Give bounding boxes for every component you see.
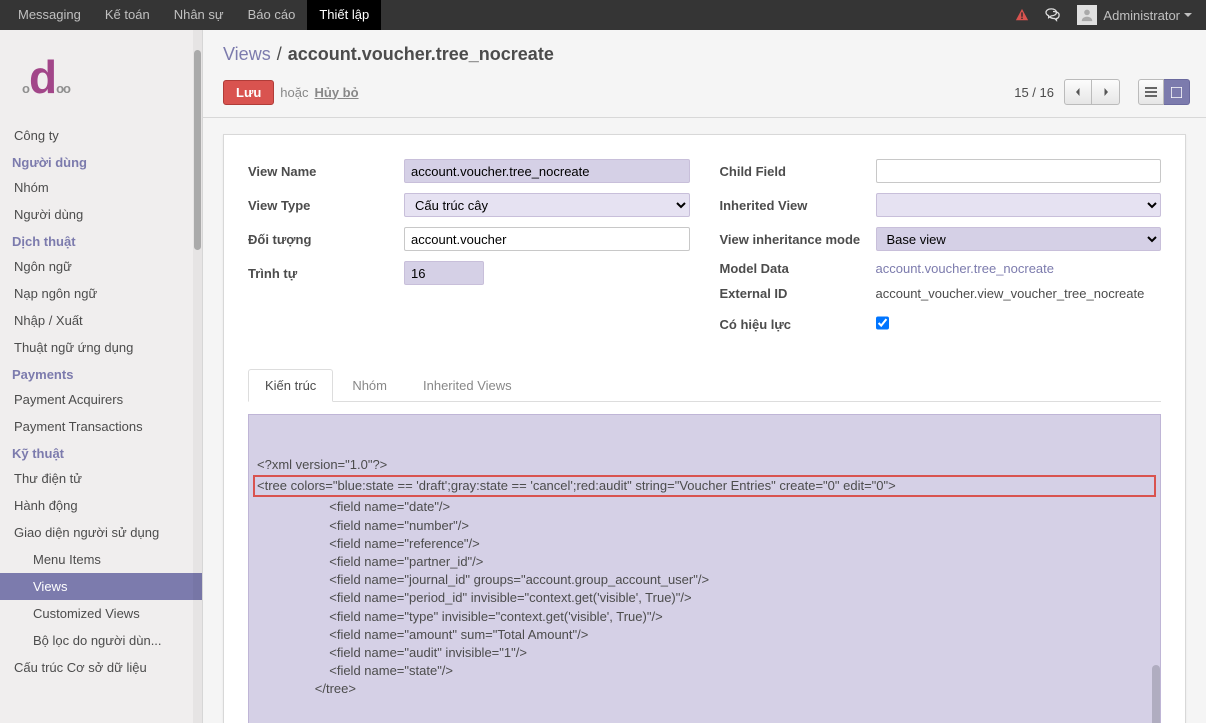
save-button[interactable]: Lưu <box>223 80 274 105</box>
label-view-mode: View inheritance mode <box>720 232 876 247</box>
select-view-mode[interactable]: Base view <box>876 227 1162 251</box>
pager-next-button[interactable] <box>1092 79 1120 105</box>
nav-ng-n-ng-[interactable]: Ngôn ngữ <box>0 253 202 280</box>
logo[interactable]: odoo <box>0 30 202 122</box>
topmenu-nhân sự[interactable]: Nhân sự <box>162 0 236 30</box>
label-view-name: View Name <box>248 164 404 179</box>
tab-content-architecture: <?xml version="1.0"?><tree colors="blue:… <box>248 402 1161 723</box>
nav-payment-transactions[interactable]: Payment Transactions <box>0 413 202 440</box>
static-external-id: account_voucher.view_voucher_tree_nocrea… <box>876 286 1145 301</box>
select-inherited-view[interactable] <box>876 193 1162 217</box>
form-sheet: View Name View TypeCấu trúc câyĐối tượng T… <box>223 134 1186 723</box>
topmenu-báo cáo[interactable]: Báo cáo <box>236 0 308 30</box>
nav-c-u-tr-c-c-s-d-li-u[interactable]: Cấu trúc Cơ sở dữ liệu <box>0 654 202 681</box>
tab-inherited-views[interactable]: Inherited Views <box>406 369 529 402</box>
tabs: Kiến trúcNhómInherited Views <box>248 368 1161 402</box>
topmenu-kế toán[interactable]: Kế toán <box>93 0 162 30</box>
input-sequence[interactable] <box>404 261 484 285</box>
checkbox-active[interactable] <box>876 311 889 335</box>
cancel-link[interactable]: Hủy bỏ <box>315 85 359 100</box>
nav-giao-di-n-ng-i-s-d-ng[interactable]: Giao diện người sử dụng <box>0 519 202 546</box>
input-view-name[interactable] <box>404 159 690 183</box>
nav-ng-i-d-ng[interactable]: Người dùng <box>0 149 202 174</box>
breadcrumb-current: account.voucher.tree_nocreate <box>288 44 554 65</box>
alert-icon[interactable] <box>1007 8 1037 22</box>
user-name: Administrator <box>1103 8 1180 23</box>
input-model[interactable] <box>404 227 690 251</box>
label-external-id: External ID <box>720 286 876 301</box>
nav-ng-i-d-ng[interactable]: Người dùng <box>0 201 202 228</box>
avatar <box>1077 5 1097 25</box>
top-menu-bar: MessagingKế toánNhân sựBáo cáoThiết lập … <box>0 0 1206 30</box>
nav-k-thu-t[interactable]: Kỹ thuật <box>0 440 202 465</box>
nav-nh-p-xu-t[interactable]: Nhập / Xuất <box>0 307 202 334</box>
tab-kiến-trúc[interactable]: Kiến trúc <box>248 369 333 402</box>
sidebar: odoo Công tyNgười dùngNhómNgười dùngDịch… <box>0 30 203 723</box>
label-inherited-view: Inherited View <box>720 198 876 213</box>
select-view-type[interactable]: Cấu trúc cây <box>404 193 690 217</box>
user-menu[interactable]: Administrator <box>1069 5 1200 25</box>
label-child-field: Child Field <box>720 164 876 179</box>
nav-menu-items[interactable]: Menu Items <box>0 546 202 573</box>
action-bar: Lưu hoặc Hủy bỏ 15 / 16 <box>203 73 1206 118</box>
nav-payments[interactable]: Payments <box>0 361 202 386</box>
input-child-field[interactable] <box>876 159 1162 183</box>
nav-thu-t-ng-ng-d-ng[interactable]: Thuật ngữ ứng dụng <box>0 334 202 361</box>
link-model-data[interactable]: account.voucher.tree_nocreate <box>876 261 1055 276</box>
topmenu-messaging[interactable]: Messaging <box>6 0 93 30</box>
label-model: Đối tượng <box>248 232 404 247</box>
pager-prev-button[interactable] <box>1064 79 1092 105</box>
label-sequence: Trình tự <box>248 266 404 281</box>
pager-text: 15 / 16 <box>1014 85 1054 100</box>
nav-customized-views[interactable]: Customized Views <box>0 600 202 627</box>
breadcrumb: Views / account.voucher.tree_nocreate <box>203 30 1206 73</box>
chat-icon[interactable] <box>1037 8 1069 22</box>
list-view-button[interactable] <box>1138 79 1164 105</box>
nav-h-nh-ng[interactable]: Hành động <box>0 492 202 519</box>
caret-down-icon <box>1184 13 1192 17</box>
tab-nhóm[interactable]: Nhóm <box>335 369 404 402</box>
nav-d-ch-thu-t[interactable]: Dịch thuật <box>0 228 202 253</box>
sidebar-scrollbar[interactable] <box>193 30 202 723</box>
label-model-data: Model Data <box>720 261 876 276</box>
label-view-type: View Type <box>248 198 404 213</box>
nav-views[interactable]: Views <box>0 573 202 600</box>
or-text: hoặc <box>280 85 308 100</box>
nav-b-l-c-do-ng-i-d-n-[interactable]: Bộ lọc do người dùn... <box>0 627 202 654</box>
arch-editor[interactable]: <?xml version="1.0"?><tree colors="blue:… <box>248 414 1161 723</box>
form-view-button[interactable] <box>1164 79 1190 105</box>
nav-th-i-n-t-[interactable]: Thư điện tử <box>0 465 202 492</box>
topmenu-thiết lập[interactable]: Thiết lập <box>307 0 381 30</box>
code-scrollbar[interactable] <box>1152 415 1160 723</box>
label-active: Có hiệu lực <box>720 317 876 332</box>
nav-nh-m[interactable]: Nhóm <box>0 174 202 201</box>
main-content: Views / account.voucher.tree_nocreate Lư… <box>203 30 1206 723</box>
breadcrumb-root[interactable]: Views <box>223 44 271 65</box>
nav-c-ng-ty[interactable]: Công ty <box>0 122 202 149</box>
nav-payment-acquirers[interactable]: Payment Acquirers <box>0 386 202 413</box>
nav-n-p-ng-n-ng-[interactable]: Nạp ngôn ngữ <box>0 280 202 307</box>
